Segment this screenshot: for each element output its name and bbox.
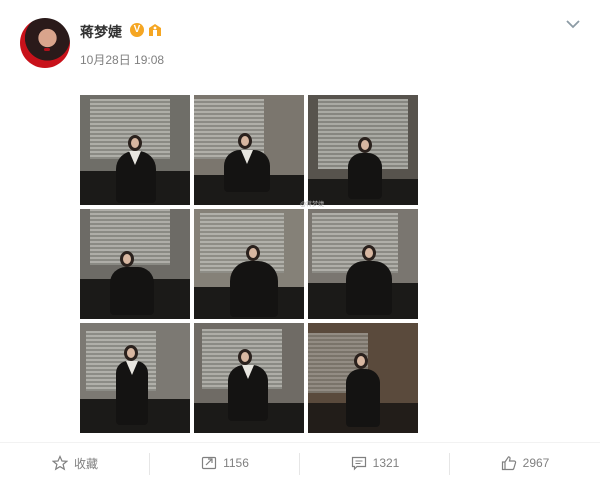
photo-grid bbox=[80, 95, 418, 433]
favorite-button[interactable]: 收藏 bbox=[0, 443, 150, 482]
photo-thumbnail[interactable] bbox=[308, 323, 418, 433]
photo-thumbnail[interactable] bbox=[194, 323, 304, 433]
photo-thumbnail[interactable] bbox=[308, 209, 418, 319]
avatar[interactable] bbox=[20, 18, 70, 68]
author-name[interactable]: 蒋梦婕 bbox=[80, 22, 122, 42]
comment-icon bbox=[351, 456, 366, 471]
member-medal-icon[interactable] bbox=[147, 22, 163, 38]
chevron-down-icon[interactable] bbox=[565, 16, 581, 32]
photo-thumbnail[interactable] bbox=[80, 323, 190, 433]
action-bar: 收藏 1156 1321 2967 bbox=[0, 442, 600, 482]
thumbs-up-icon bbox=[501, 456, 516, 471]
photo-thumbnail[interactable] bbox=[80, 95, 190, 205]
photo-thumbnail[interactable] bbox=[194, 95, 304, 205]
photo-watermark: @蒋梦婕 bbox=[300, 202, 325, 208]
repost-button[interactable]: 1156 bbox=[150, 443, 300, 482]
post-timestamp[interactable]: 10月28日 19:08 bbox=[80, 51, 164, 68]
photo-thumbnail[interactable] bbox=[308, 95, 418, 205]
photo-thumbnail[interactable] bbox=[80, 209, 190, 319]
like-count: 2967 bbox=[522, 456, 550, 470]
repost-icon bbox=[201, 456, 217, 470]
star-icon bbox=[51, 455, 68, 471]
repost-count: 1156 bbox=[223, 456, 249, 470]
like-button[interactable]: 2967 bbox=[450, 443, 600, 482]
weibo-post-card: 蒋梦婕 V 10月28日 19:08 @蒋梦婕 收藏 1156 1321 296… bbox=[0, 0, 600, 482]
favorite-label: 收藏 bbox=[73, 456, 98, 471]
comment-button[interactable]: 1321 bbox=[300, 443, 450, 482]
photo-thumbnail[interactable] bbox=[194, 209, 304, 319]
verified-badge-icon[interactable]: V bbox=[130, 23, 144, 37]
comment-count: 1321 bbox=[372, 456, 400, 470]
